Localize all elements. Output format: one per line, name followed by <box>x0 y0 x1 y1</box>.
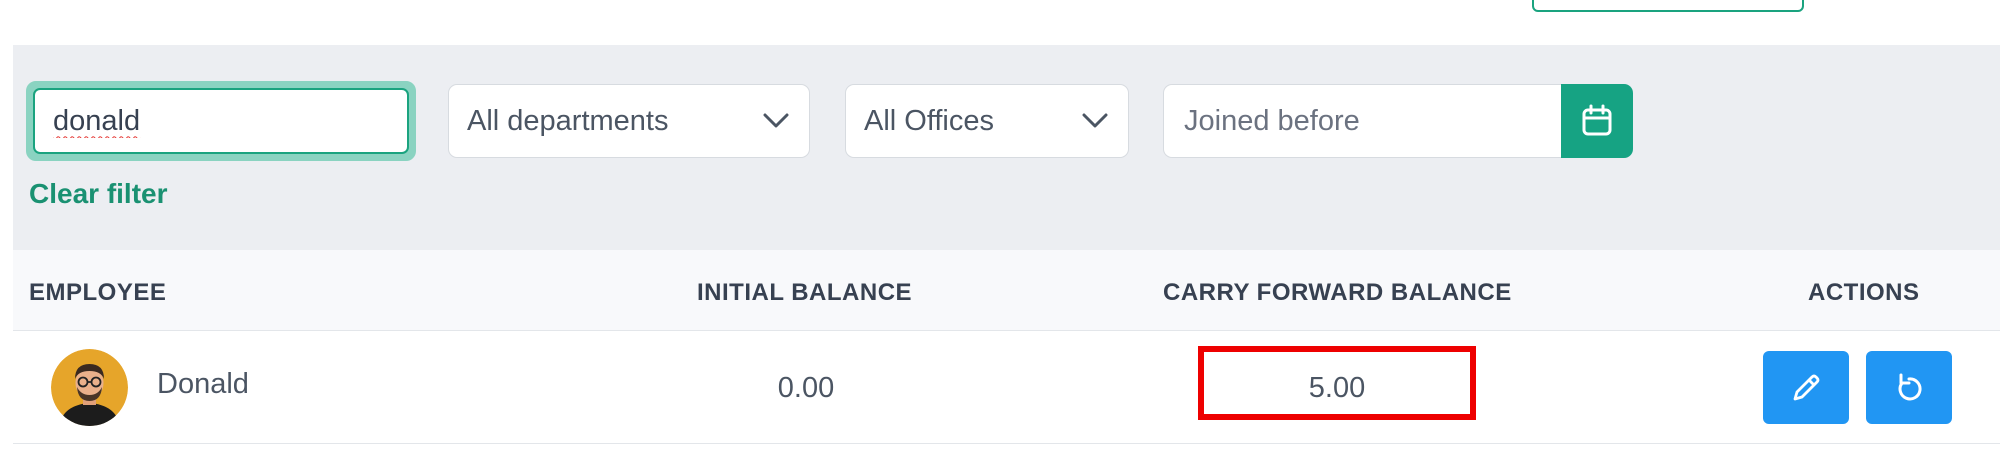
header-actions: ACTIONS <box>1808 279 1920 306</box>
table-header <box>13 250 2000 331</box>
calendar-icon <box>1582 104 1612 136</box>
department-select-value: All departments <box>467 104 669 137</box>
department-select[interactable]: All departments <box>448 84 810 158</box>
search-input[interactable] <box>33 88 409 154</box>
undo-icon <box>1898 373 1922 400</box>
top-outline-button[interactable] <box>1532 0 1804 12</box>
header-employee: EMPLOYEE <box>29 279 167 306</box>
header-initial-balance: INITIAL BALANCE <box>697 279 913 306</box>
office-select-value: All Offices <box>864 104 995 137</box>
chevron-down-icon <box>1082 113 1108 128</box>
chevron-down-icon <box>763 113 789 128</box>
search-input-wrapper <box>26 81 416 161</box>
header-carry-forward-balance: CARRY FORWARD BALANCE <box>1163 279 1512 306</box>
pencil-icon <box>1793 374 1820 400</box>
table-row <box>13 331 2000 444</box>
employee-name: Donald <box>157 368 249 400</box>
date-picker-button[interactable] <box>1561 84 1633 158</box>
reset-button[interactable] <box>1866 351 1952 424</box>
avatar <box>51 349 128 426</box>
joined-before-placeholder: Joined before <box>1184 104 1360 137</box>
edit-button[interactable] <box>1763 351 1849 424</box>
office-select[interactable]: All Offices <box>845 84 1129 158</box>
joined-before-input[interactable]: Joined before <box>1163 84 1563 158</box>
clear-filter-link[interactable]: Clear filter <box>29 178 168 210</box>
initial-balance-value: 0.00 <box>777 372 835 404</box>
highlight-box <box>1198 346 1476 420</box>
